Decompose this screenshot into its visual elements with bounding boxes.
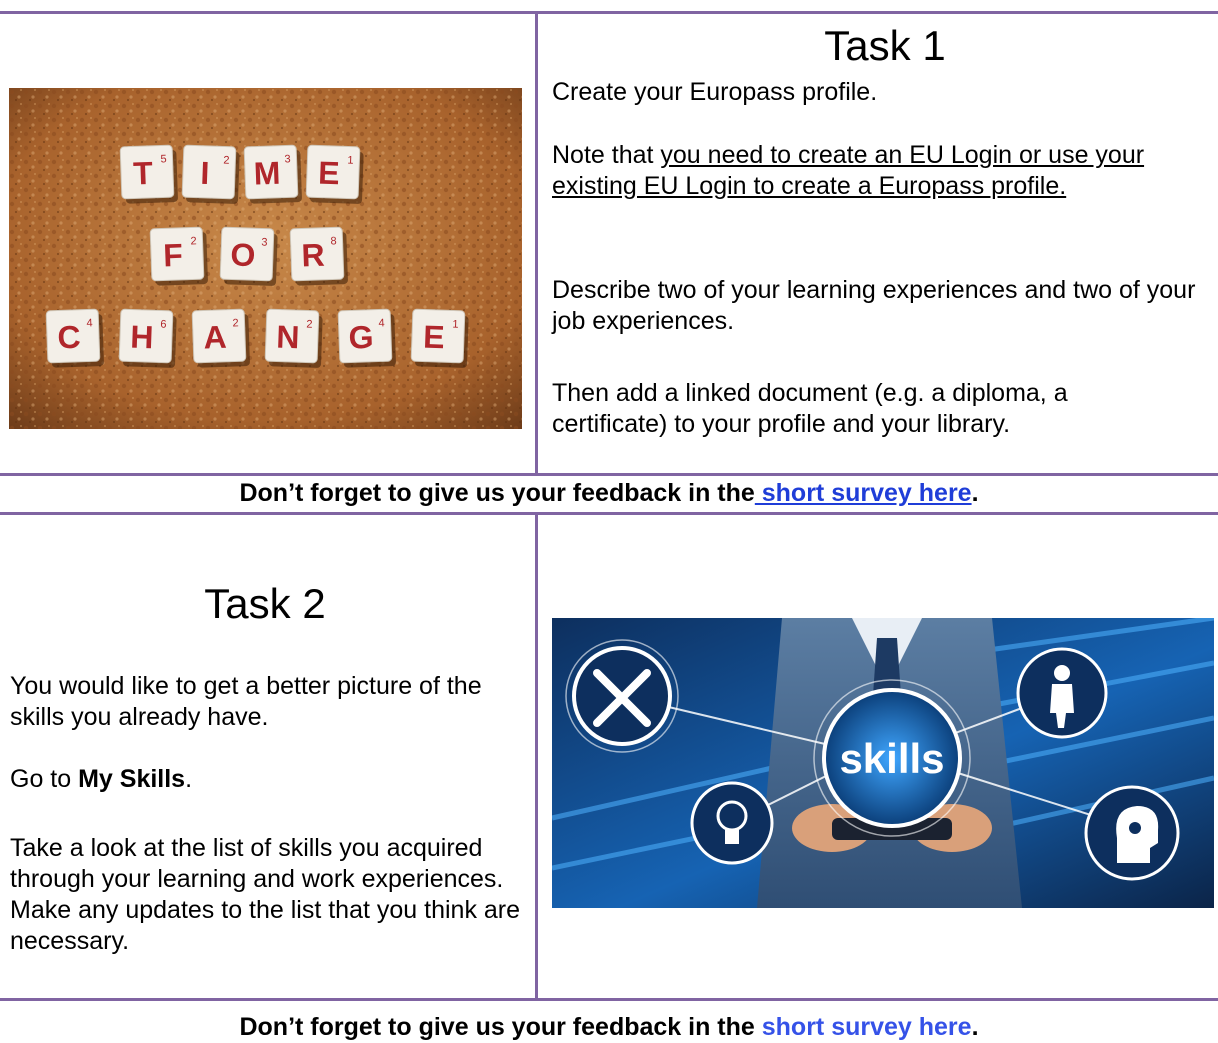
skills-image: skills	[552, 618, 1214, 908]
rule-3	[0, 998, 1218, 1001]
feedback-line-2: Don’t forget to give us your feedback in…	[0, 1012, 1218, 1043]
task1-linked-document: Then add a linked document (e.g. a diplo…	[552, 379, 1068, 438]
tile-letter: N	[276, 318, 300, 355]
top-rule	[0, 11, 1218, 14]
rule-1	[0, 473, 1218, 476]
skills-graphic: skills	[552, 618, 1214, 908]
task1-intro: Create your Europass profile.	[552, 78, 878, 106]
tile-score: 4	[86, 317, 93, 329]
tile-score: 2	[232, 317, 239, 329]
tools-icon	[565, 639, 679, 753]
tile-letter: R	[301, 237, 325, 274]
lightbulb-icon	[690, 781, 774, 865]
task1-describe: Describe two of your learning experience…	[552, 276, 1196, 335]
feedback-1-prefix: Don’t forget to give us your feedback in…	[239, 479, 755, 507]
cork-board-graphic: T 5 I 2 M 3 E 1F 2 O 3 R 8C 4 H 6 A 2 N 2 G 4 E 1	[9, 88, 522, 429]
tile-score: 1	[452, 318, 459, 330]
letter-tile: A2	[191, 308, 250, 368]
letter-tile: E1	[305, 144, 364, 204]
tile-letter: O	[230, 236, 256, 273]
tile-score: 8	[330, 235, 337, 247]
tile-score: 3	[284, 153, 291, 165]
letter-tile: M3	[243, 144, 302, 204]
task2-goto-suffix: .	[185, 765, 193, 793]
tile-score: 2	[223, 154, 230, 166]
tile-score: 5	[160, 153, 167, 165]
tile-letter: H	[130, 318, 154, 355]
tile-score: 4	[378, 317, 385, 329]
skills-word: skills	[839, 735, 944, 782]
tile-letter: F	[163, 237, 184, 274]
short-survey-link-1[interactable]: short survey here	[755, 479, 972, 507]
tile-letter: I	[200, 155, 210, 191]
tile-score: 1	[347, 154, 354, 166]
person-icon	[1016, 647, 1108, 739]
tile-letter: C	[57, 319, 81, 356]
letter-tile: E1	[410, 308, 469, 368]
brain-gears-icon	[1084, 785, 1180, 881]
letter-tile: G4	[337, 308, 396, 368]
tile-letter: E	[318, 154, 341, 191]
tile-letter: M	[253, 155, 281, 192]
column-divider-2	[535, 512, 538, 1000]
task2-goto: Go to My Skills.	[10, 764, 530, 795]
column-divider-1	[535, 11, 538, 475]
tile-score: 2	[190, 235, 197, 247]
tile-score: 2	[306, 318, 313, 330]
feedback-line-1: Don’t forget to give us your feedback in…	[0, 478, 1218, 509]
tile-score: 6	[160, 318, 167, 330]
tile-letter: T	[133, 155, 154, 192]
task1-note: Note that you need to create an EU Login…	[552, 140, 1202, 202]
time-for-change-image: T5I2M3E1F2O3R8C4H6A2N2G4E1	[9, 88, 522, 429]
tile-score: 3	[261, 236, 268, 248]
task1-title: Task 1	[824, 22, 946, 69]
task1-note-prefix: Note that	[552, 141, 661, 169]
task2-intro: You would like to get a better picture o…	[10, 672, 482, 731]
letter-tile: R8	[289, 226, 348, 286]
tile-letter: E	[423, 318, 446, 355]
letter-tile: C4	[45, 308, 104, 368]
rule-2	[0, 512, 1218, 515]
letter-tile: H6	[118, 308, 177, 368]
tile-letter: G	[348, 319, 374, 356]
letter-tile: T5	[119, 144, 178, 204]
tile-letter: A	[203, 319, 227, 356]
letter-tile: F2	[149, 226, 208, 286]
letter-tile: N2	[264, 308, 323, 368]
task2-goto-prefix: Go to	[10, 765, 79, 793]
task2-instructions: Take a look at the list of skills you ac…	[10, 834, 521, 955]
task2-title: Task 2	[204, 580, 326, 627]
letter-tile: I2	[181, 144, 240, 204]
feedback-1-suffix: .	[971, 479, 979, 507]
letter-tile: O3	[219, 226, 278, 286]
my-skills-label: My Skills	[78, 765, 186, 793]
